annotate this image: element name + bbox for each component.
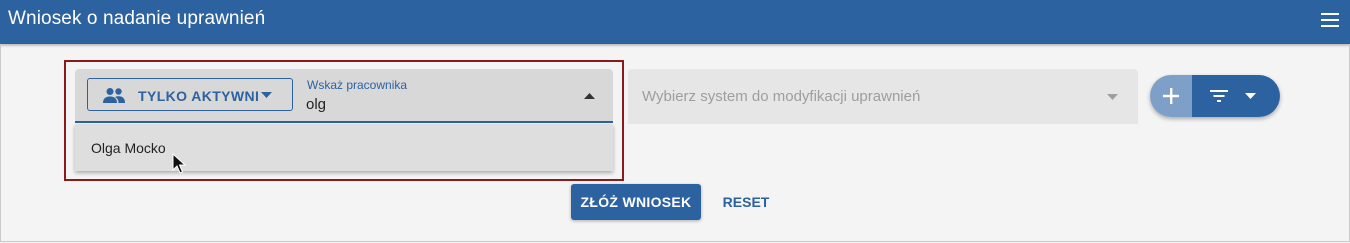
plus-icon — [1163, 88, 1179, 104]
chevron-down-icon — [261, 92, 272, 98]
system-select-placeholder: Wybierz system do modyfikacji uprawnień — [642, 88, 921, 105]
app-bar: Wniosek o nadanie uprawnień — [0, 0, 1350, 44]
system-select[interactable]: Wybierz system do modyfikacji uprawnień — [628, 69, 1138, 124]
employee-field-label: Wskaż pracownika — [307, 78, 408, 92]
active-only-toggle-button[interactable]: TYLKO AKTYWNI — [87, 78, 293, 111]
chevron-up-icon[interactable] — [584, 93, 595, 99]
employee-suggestions-dropdown: Olga Mocko — [75, 124, 613, 171]
employee-autocomplete[interactable]: TYLKO AKTYWNI Wskaż pracownika — [75, 69, 613, 123]
filter-menu-button[interactable] — [1192, 75, 1280, 117]
employee-option-label: Olga Mocko — [91, 140, 166, 156]
page-title: Wniosek o nadanie uprawnień — [8, 8, 266, 29]
chevron-down-icon — [1107, 94, 1118, 100]
action-button-group — [1150, 75, 1280, 117]
chevron-down-icon — [1245, 93, 1256, 99]
add-button[interactable] — [1150, 75, 1192, 117]
filter-icon — [1210, 90, 1228, 102]
reset-button[interactable]: RESET — [716, 184, 776, 220]
submit-request-button[interactable]: ZŁÓŻ WNIOSEK — [571, 184, 701, 220]
active-only-toggle-label: TYLKO AKTYWNI — [138, 88, 260, 104]
employee-search-input[interactable] — [306, 94, 566, 114]
employee-option[interactable]: Olga Mocko — [75, 124, 613, 171]
people-icon — [103, 88, 125, 103]
hamburger-menu-icon[interactable] — [1320, 12, 1340, 28]
